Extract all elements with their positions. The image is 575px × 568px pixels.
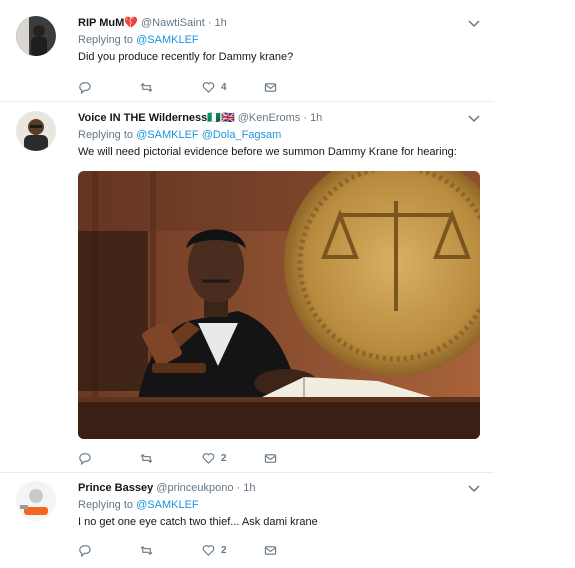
mention-link[interactable]: @SAMKLEF <box>136 34 199 46</box>
mention-link[interactable]: @SAMKLEF <box>136 499 199 511</box>
mention-link[interactable]: @Dola_Fagsam <box>202 129 282 141</box>
like-count: 4 <box>221 81 227 93</box>
divider <box>0 101 494 102</box>
reply-button[interactable] <box>78 81 140 94</box>
tweet-text: Did you produce recently for Dammy krane… <box>78 51 294 63</box>
like-count: 2 <box>221 452 227 464</box>
retweet-button[interactable] <box>140 81 202 94</box>
user-handle[interactable]: @princeukpono <box>156 482 233 494</box>
avatar[interactable] <box>16 16 56 56</box>
avatar[interactable] <box>16 481 56 521</box>
tweet-photo[interactable] <box>78 171 480 439</box>
chevron-down-icon[interactable] <box>468 115 480 123</box>
heart-icon <box>202 81 215 93</box>
replying-label: Replying to <box>78 499 134 511</box>
reply-icon <box>79 544 91 557</box>
like-count: 2 <box>221 544 227 556</box>
envelope-icon <box>264 545 277 555</box>
reply-button[interactable] <box>78 544 140 557</box>
like-button[interactable]: 2 <box>202 452 264 465</box>
display-name[interactable]: RIP MuM💔 <box>78 17 138 29</box>
tweet-text: We will need pictorial evidence before w… <box>78 146 457 158</box>
heart-icon <box>202 544 215 556</box>
replying-to: Replying to @SAMKLEF <box>78 498 490 512</box>
heart-icon <box>202 452 215 464</box>
mention-link[interactable]: @SAMKLEF <box>136 129 199 141</box>
replying-label: Replying to <box>78 34 134 46</box>
reply-icon <box>79 81 91 94</box>
direct-message-button[interactable] <box>264 544 326 557</box>
retweet-icon <box>140 82 153 92</box>
envelope-icon <box>264 82 277 92</box>
chevron-down-icon[interactable] <box>468 20 480 28</box>
timestamp[interactable]: · 1h <box>237 482 256 494</box>
replying-to: Replying to @SAMKLEF @Dola_Fagsam <box>78 128 490 142</box>
display-name[interactable]: Prince Bassey <box>78 482 153 494</box>
avatar[interactable] <box>16 111 56 151</box>
direct-message-button[interactable] <box>264 452 326 465</box>
like-button[interactable]: 4 <box>202 81 264 94</box>
like-button[interactable]: 2 <box>202 544 264 557</box>
divider <box>0 472 494 473</box>
retweet-button[interactable] <box>140 544 202 557</box>
timestamp[interactable]: · 1h <box>208 17 227 29</box>
timestamp[interactable]: · 1h <box>303 112 322 124</box>
envelope-icon <box>264 453 277 463</box>
replying-to: Replying to @SAMKLEF <box>78 33 490 47</box>
chevron-down-icon[interactable] <box>468 485 480 493</box>
retweet-icon <box>140 545 153 555</box>
retweet-button[interactable] <box>140 452 202 465</box>
reply-icon <box>79 452 91 465</box>
tweet-text: I no get one eye catch two thief... Ask … <box>78 516 318 528</box>
replying-label: Replying to <box>78 129 134 141</box>
display-name[interactable]: Voice IN THE Wilderness🇳🇬🇬🇧 <box>78 112 235 124</box>
user-handle[interactable]: @NawtiSaint <box>141 17 205 29</box>
user-handle[interactable]: @KenEroms <box>238 112 301 124</box>
direct-message-button[interactable] <box>264 81 326 94</box>
retweet-icon <box>140 453 153 463</box>
reply-button[interactable] <box>78 452 140 465</box>
